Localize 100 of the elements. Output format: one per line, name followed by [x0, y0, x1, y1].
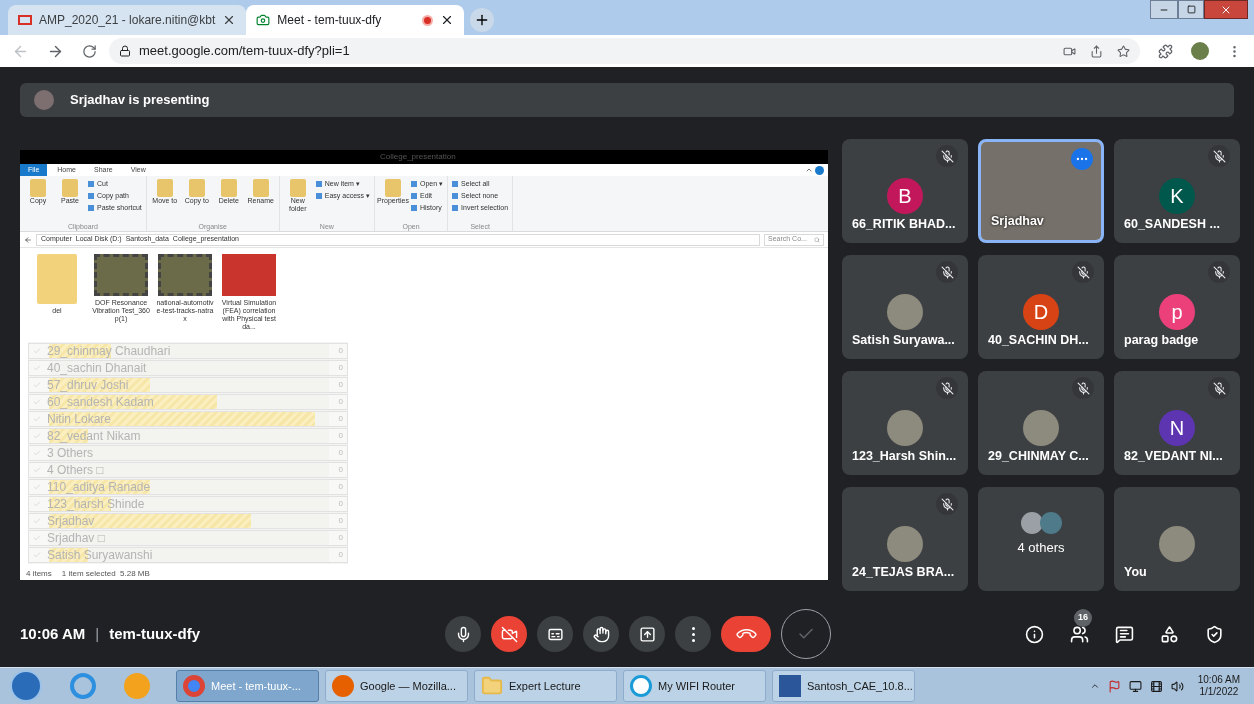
ribbon-icon	[30, 179, 46, 197]
profile-avatar[interactable]	[1191, 42, 1209, 60]
minimize-button[interactable]	[1150, 0, 1178, 19]
video-camera-icon	[256, 13, 271, 27]
participant-name: You	[1124, 564, 1147, 582]
attendee-name: Srjadhav □	[47, 530, 105, 547]
attendee-name: 3 Others	[47, 445, 94, 462]
avatar-photo	[1020, 512, 1043, 535]
help-icon[interactable]	[815, 165, 824, 175]
video-thumbnail	[94, 254, 148, 296]
start-button[interactable]	[10, 670, 42, 702]
network-icon[interactable]	[1128, 679, 1142, 693]
video-thumbnail	[158, 254, 212, 296]
separator: |	[95, 623, 100, 644]
back-icon[interactable]	[24, 235, 32, 244]
avatar-photo	[887, 410, 923, 446]
avatar-initial: D	[1023, 294, 1059, 330]
participant-name: Srjadhav	[991, 213, 1044, 231]
star-icon[interactable]	[1117, 44, 1130, 58]
meeting-code: tem-tuux-dfy	[109, 623, 201, 644]
participant-name: 66_RITIK BHAD...	[852, 216, 956, 234]
attendee-name: 29_chinmay Chaudhari	[47, 343, 171, 360]
avatar-photo	[34, 90, 54, 110]
status-text: 1 item selected 5.28 MB	[61, 567, 150, 580]
ribbon-icon	[188, 179, 205, 197]
ribbon-icon	[289, 179, 306, 197]
taskbar-app[interactable]: Santosh_CAE_10.8...	[772, 670, 915, 702]
avatar-photo	[1039, 512, 1062, 535]
people-count-badge: 16	[1074, 608, 1092, 627]
tray-icon[interactable]	[1149, 679, 1163, 693]
browser-tab[interactable]: AMP_2020_21 - lokare.nitin@kbt	[8, 5, 247, 35]
captions-button[interactable]	[537, 616, 573, 652]
attendee-name: 123_harsh Shinde	[47, 496, 145, 513]
participant-name: 4 others	[1017, 539, 1065, 558]
activities-icon[interactable]	[1160, 624, 1179, 644]
ribbon-icon	[220, 179, 237, 197]
participant-name: 40_SACHIN DH...	[988, 332, 1089, 350]
more-options-icon	[691, 626, 695, 642]
meeting-time: 10:06 AM	[20, 623, 86, 644]
ribbon-icon	[62, 179, 78, 197]
clock[interactable]: 10:06 AM 1/1/2022	[1197, 674, 1240, 698]
present-icon	[638, 625, 656, 643]
lock-icon	[119, 45, 131, 57]
folder-icon	[37, 254, 77, 304]
microphone-button[interactable]	[445, 616, 481, 652]
avatar-photo	[887, 526, 923, 562]
ribbon-icon	[385, 179, 401, 197]
chrome-icon	[183, 675, 205, 697]
taskbar-app[interactable]: Expert Lecture	[474, 670, 617, 702]
attendee-name: 57_dhruv Joshi	[47, 377, 129, 394]
taskbar-app[interactable]: My WIFI Router	[623, 670, 766, 702]
info-icon[interactable]	[1025, 624, 1044, 644]
volume-icon[interactable]	[1170, 679, 1184, 693]
attendee-name: Satish Suryawanshi	[47, 547, 153, 564]
attendee-name: Srjadhav	[47, 513, 95, 530]
search-icon	[814, 236, 820, 243]
check-button[interactable]	[781, 609, 831, 659]
folder-icon	[481, 675, 503, 697]
new-tab-button[interactable]	[470, 8, 495, 32]
avatar-photo	[887, 294, 923, 330]
camera-button[interactable]	[491, 616, 527, 652]
address-field[interactable]: meet.google.com/tem-tuux-dfy?pli=1	[109, 38, 1140, 64]
participant-name: 60_SANDESH ...	[1124, 216, 1220, 234]
avatar-initial: p	[1159, 294, 1195, 330]
avatar-initial: N	[1159, 410, 1195, 446]
browser-tab[interactable]: Meet - tem-tuux-dfy	[246, 5, 465, 35]
camera-icon	[500, 625, 518, 643]
participant-name: 82_VEDANT NI...	[1124, 448, 1223, 466]
attendee-name: Nitin Lokare	[47, 411, 112, 428]
attendee-name: 110_aditya Ranade	[47, 479, 151, 496]
url-text: meet.google.com/tem-tuux-dfy?pli=1	[139, 42, 350, 61]
window-title: College_presentation	[380, 151, 456, 163]
taskbar-app[interactable]: Google — Mozilla...	[325, 670, 468, 702]
present-button[interactable]	[629, 616, 665, 652]
tab-title: AMP_2020_21 - lokare.nitin@kbt	[39, 12, 216, 29]
status-text: 4 items	[26, 567, 52, 580]
collapse-icon[interactable]	[805, 166, 813, 174]
avatar-photo	[1159, 526, 1195, 562]
more-options-button[interactable]	[675, 616, 711, 652]
tray-expand-icon[interactable]	[1089, 681, 1100, 691]
attendee-name: 82_vedant Nikam	[47, 428, 141, 445]
extensions-icon[interactable]	[1158, 43, 1173, 59]
participant-name: Satish Suryawa...	[852, 332, 955, 350]
raise-hand-button[interactable]	[583, 616, 619, 652]
ribbon-icon	[156, 179, 173, 197]
attendee-name: 40_sachin Dhanait	[47, 360, 147, 377]
ribbon-icon	[252, 179, 269, 197]
hang-up-button[interactable]	[721, 616, 771, 652]
flag-icon[interactable]	[1107, 679, 1121, 693]
people-icon[interactable]	[1070, 624, 1089, 644]
maximize-button[interactable]	[1178, 0, 1204, 19]
reload-icon[interactable]	[82, 43, 97, 59]
firefox-icon	[332, 675, 354, 697]
host-controls-icon[interactable]	[1205, 624, 1224, 644]
chat-icon[interactable]	[1115, 624, 1134, 644]
attendee-name: 4 Others □	[47, 462, 104, 479]
participant-name: parag badge	[1124, 332, 1199, 350]
avatar-initial: B	[887, 178, 923, 214]
share-icon[interactable]	[1090, 44, 1103, 58]
avatar-photo	[1023, 410, 1059, 446]
